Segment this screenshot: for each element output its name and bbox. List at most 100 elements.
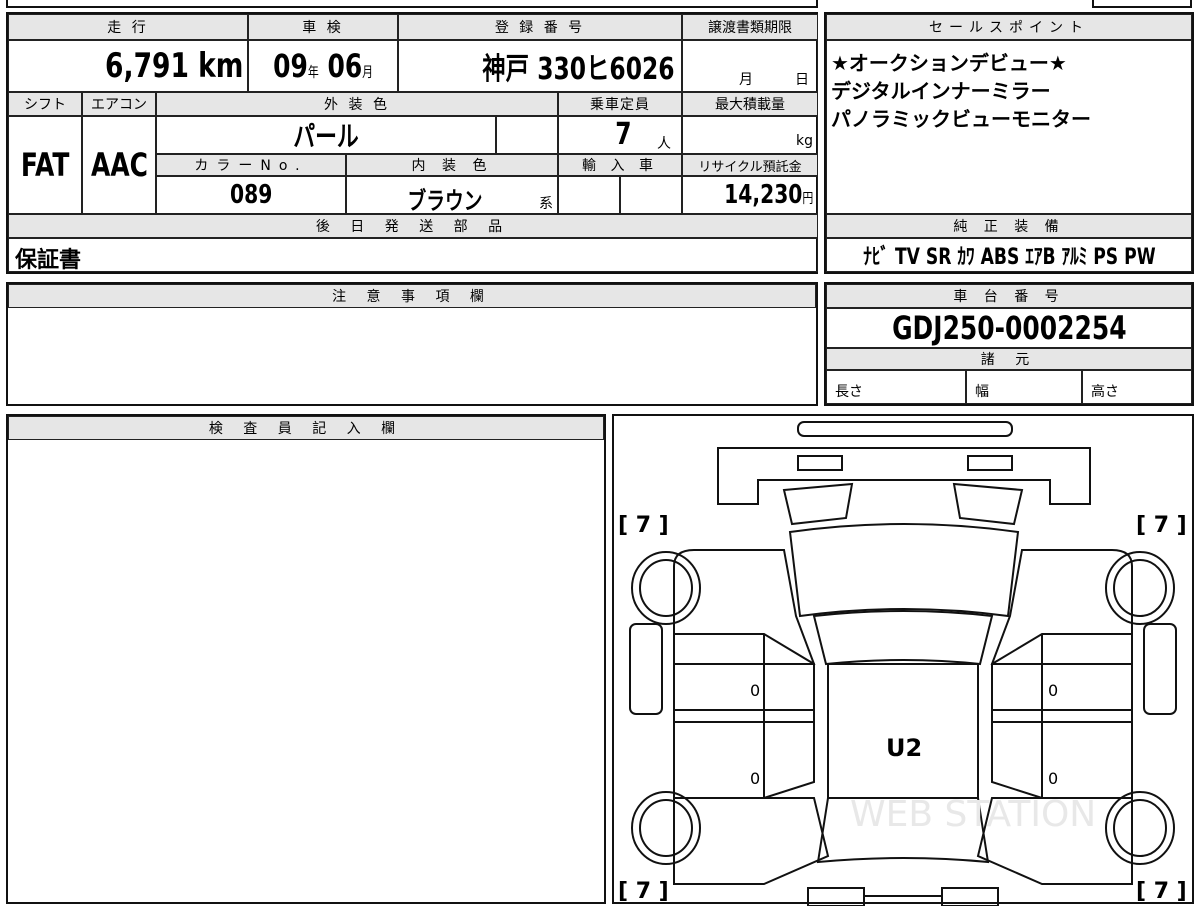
recycle-cell: 14,230円	[682, 176, 818, 214]
interior-color-header: 内 装 色	[346, 154, 558, 176]
exterior-color-cell: パール	[156, 116, 496, 154]
door-left-front-mark: 0	[750, 681, 760, 700]
door-right-rear-mark: 0	[1048, 769, 1058, 788]
car-diagram-box: [ 7 ] [ 7 ] [ 7 ] [ 7 ] 0 0 0 0 U2 WEB S…	[612, 414, 1194, 906]
registration-cell: 神戸 330ヒ6026	[398, 40, 682, 92]
door-right-rear	[991, 721, 1133, 799]
shift-header: シフト	[8, 92, 82, 116]
headlight-right	[952, 482, 1024, 526]
inspector-box: 検 査 員 記 入 欄	[6, 414, 606, 904]
later-parts-header: 後 日 発 送 部 品	[8, 214, 818, 238]
caution-header: 注 意 事 項 欄	[8, 284, 816, 308]
recycle-unit: 円	[802, 191, 813, 207]
inspection-year-unit: 年	[307, 65, 319, 81]
tread-rear-right: [ 7 ]	[1136, 879, 1187, 904]
specs-header: 諸 元	[826, 348, 1192, 370]
chassis-header: 車 台 番 号	[826, 284, 1192, 308]
rear-bumper-left	[807, 887, 865, 906]
spec-height-cell: 高さ	[1082, 370, 1192, 404]
chassis-box: 車 台 番 号 GDJ250-0002254 諸 元 長さ 幅 高さ	[824, 282, 1194, 406]
inspection-header: 車 検	[248, 14, 398, 40]
roof-front	[812, 610, 994, 666]
tread-front-right: [ 7 ]	[1136, 513, 1187, 538]
roof-grade-mark: U2	[886, 734, 922, 762]
color-no-cell: 089	[156, 176, 346, 214]
sales-point-line-2: デジタルインナーミラー	[831, 79, 1051, 103]
inspection-year: 09	[272, 47, 308, 85]
sales-point-line-3: パノラミックビューモニター	[831, 107, 1091, 131]
rear-bumper-right	[941, 887, 999, 906]
transfer-deadline-cell: 月 日	[682, 40, 818, 92]
door-right-front-mark: 0	[1048, 681, 1058, 700]
sales-point-body: ★オークションデビュー★ デジタルインナーミラー パノラミックビューモニター	[826, 40, 1192, 214]
front-grille-right	[967, 455, 1013, 471]
windshield	[788, 523, 1020, 618]
inspection-month-unit: 月	[362, 65, 373, 81]
spec-height-label: 高さ	[1091, 384, 1119, 400]
front-grille-left	[797, 455, 843, 471]
door-right-front	[991, 633, 1133, 723]
transfer-day-unit: 日	[795, 72, 809, 88]
sales-point-box: セールスポイント ★オークションデビュー★ デジタルインナーミラー パノラミック…	[824, 12, 1194, 274]
capacity-unit: 人	[657, 136, 671, 152]
spec-length-label: 長さ	[835, 384, 863, 400]
spec-width-label: 幅	[975, 384, 989, 400]
transfer-month-unit: 月	[739, 72, 753, 88]
vehicle-info-box: 走 行 車 検 登 録 番 号 譲渡書類期限 6,791 km 09年 06 月 …	[6, 12, 818, 274]
equipment-value: ﾅﾋﾞ TV SR ｶﾜ ABS ｴｱB ｱﾙﾐ PS PW	[862, 245, 1156, 270]
aircon-header: エアコン	[82, 92, 156, 116]
door-left-rear	[673, 721, 815, 799]
mileage-cell: 6,791 km	[8, 40, 248, 92]
exterior-color-extra-cell	[496, 116, 558, 154]
headlight-left	[782, 482, 854, 526]
mirror-right	[1143, 623, 1177, 715]
mileage-value: 6,791	[104, 46, 189, 86]
interior-color-value: ブラウン	[407, 187, 483, 214]
shift-value: FAT	[20, 146, 70, 184]
front-bumper	[797, 421, 1013, 437]
top-cutoff-strip-right	[1092, 0, 1192, 8]
max-load-unit: kg	[796, 133, 813, 149]
tread-front-left: [ 7 ]	[618, 513, 669, 538]
capacity-value: 7	[615, 117, 632, 152]
registration-value: 神戸 330ヒ6026	[482, 52, 675, 87]
import-cell-a	[558, 176, 620, 214]
import-header: 輸 入 車	[558, 154, 682, 176]
roof-panel	[827, 663, 979, 799]
mirror-left	[629, 623, 663, 715]
wheel-rear-right	[1105, 791, 1175, 865]
door-left-front	[673, 633, 815, 723]
later-parts-value: 保証書	[15, 248, 82, 272]
inspection-cell: 09年 06月	[248, 40, 398, 92]
color-no-value: 089	[229, 180, 273, 210]
equipment-cell: ﾅﾋﾞ TV SR ｶﾜ ABS ｴｱB ｱﾙﾐ PS PW	[826, 238, 1192, 272]
chassis-cell: GDJ250-0002254	[826, 308, 1192, 348]
exterior-color-header: 外 装 色	[156, 92, 558, 116]
caution-box: 注 意 事 項 欄	[6, 282, 818, 406]
wheel-front-left	[631, 551, 701, 625]
transfer-deadline-header: 譲渡書類期限	[682, 14, 818, 40]
aircon-value: AAC	[90, 146, 148, 184]
equipment-header: 純 正 装 備	[826, 214, 1192, 238]
top-cutoff-strip	[6, 0, 818, 8]
shift-cell: FAT	[8, 116, 82, 214]
hood-panel	[717, 447, 1091, 505]
wheel-front-right	[1105, 551, 1175, 625]
max-load-cell: kg	[682, 116, 818, 154]
watermark: WEB STATION	[850, 794, 1096, 835]
interior-color-cell: ブラウン 系	[346, 176, 558, 214]
car-diagram: [ 7 ] [ 7 ] [ 7 ] [ 7 ] 0 0 0 0 U2 WEB S…	[618, 421, 1187, 906]
wheel-rear-right-inner	[1113, 799, 1167, 857]
capacity-header: 乗車定員	[558, 92, 682, 116]
mileage-unit: km	[197, 46, 243, 86]
spec-length-cell: 長さ	[826, 370, 966, 404]
later-parts-cell: 保証書	[8, 238, 818, 272]
capacity-cell: 7 人	[558, 116, 682, 154]
wheel-rear-left-inner	[639, 799, 693, 857]
spec-width-cell: 幅	[966, 370, 1082, 404]
registration-header: 登 録 番 号	[398, 14, 682, 40]
aircon-cell: AAC	[82, 116, 156, 214]
color-no-header: カラーNo.	[156, 154, 346, 176]
exterior-color-value: パール	[293, 120, 359, 153]
chassis-value: GDJ250-0002254	[891, 309, 1127, 347]
